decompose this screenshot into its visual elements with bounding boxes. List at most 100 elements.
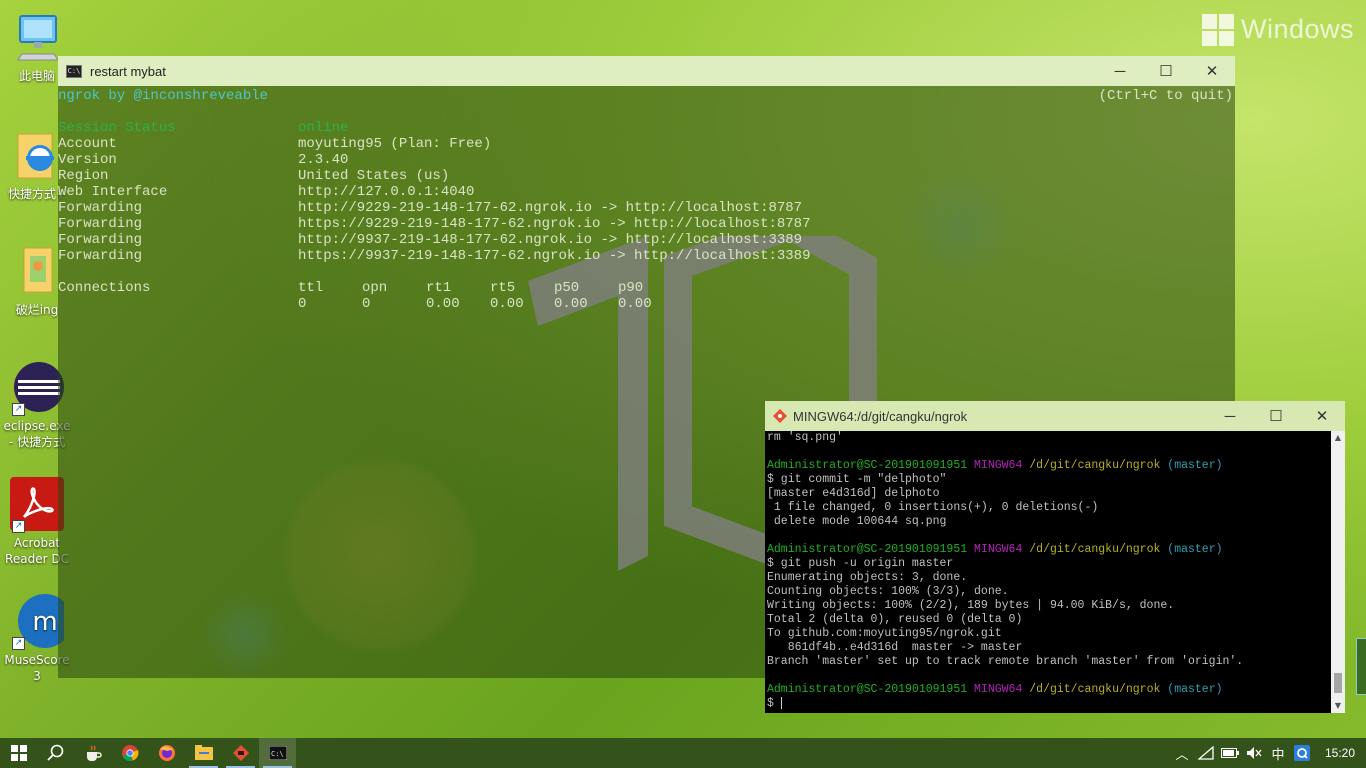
forwarding-label: Forwarding	[58, 232, 143, 248]
git-output-line: Counting objects: 100% (3/3), done.	[767, 585, 1009, 598]
prompt-path: /d/git/cangku/ngrok	[1029, 543, 1161, 556]
git-output-line: $ git push -u origin master	[767, 557, 954, 570]
java-icon	[86, 745, 102, 761]
shortcut-arrow-icon: ↗	[12, 637, 25, 650]
scroll-thumb[interactable]	[1334, 673, 1342, 693]
close-button[interactable]: ✕	[1299, 401, 1345, 431]
search-button[interactable]	[37, 738, 74, 768]
windows-watermark: Windows	[1202, 14, 1354, 47]
start-button[interactable]	[0, 738, 37, 768]
git-scrollbar[interactable]: ▲ ▼	[1331, 431, 1345, 713]
git-icon	[232, 745, 249, 761]
taskbar-file-explorer[interactable]	[185, 738, 222, 768]
forwarding-label: Forwarding	[58, 248, 143, 264]
conn-header-p50: p50	[554, 280, 580, 296]
version-value: 2.3.40	[298, 152, 349, 168]
region-label: Region	[58, 168, 109, 184]
scroll-down-icon[interactable]: ▼	[1331, 699, 1345, 713]
prompt-branch: (master)	[1167, 459, 1223, 472]
prompt-user: Administrator@SC-201901091951	[767, 683, 968, 696]
git-output-line: $	[767, 697, 781, 711]
prompt-user: Administrator@SC-201901091951	[767, 459, 968, 472]
taskbar-firefox[interactable]	[148, 738, 185, 768]
taskbar-chrome[interactable]	[111, 738, 148, 768]
conn-header-opn: opn	[362, 280, 388, 296]
web-interface-value: http://127.0.0.1:4040	[298, 184, 475, 200]
window-title: MINGW64:/d/git/cangku/ngrok	[793, 408, 968, 424]
region-value: United States (us)	[298, 168, 450, 184]
maximize-button[interactable]: ☐	[1253, 401, 1299, 431]
cmd-icon: C:\	[66, 64, 82, 78]
taskbar-cmd[interactable]: C:\	[259, 738, 296, 768]
conn-value-p50: 0.00	[554, 296, 588, 312]
shortcut-arrow-icon: ↗	[12, 403, 25, 416]
conn-header-rt5: rt5	[490, 280, 516, 296]
status-label: Session Status	[58, 120, 176, 136]
taskbar-java[interactable]	[74, 738, 111, 768]
input-method-indicator[interactable]: 中	[1266, 738, 1290, 768]
git-output-line: $ git commit -m "delphoto"	[767, 473, 947, 486]
git-prompt-line: Administrator@SC-201901091951 MINGW64 /d…	[765, 459, 1331, 473]
side-widget[interactable]	[1356, 638, 1366, 695]
git-output-line: rm 'sq.png'	[767, 431, 843, 444]
prompt-env: MINGW64	[974, 543, 1023, 556]
prompt-env: MINGW64	[974, 459, 1023, 472]
minimize-button[interactable]: ─	[1207, 401, 1253, 431]
conn-header-ttl: ttl	[298, 280, 324, 296]
conn-value-rt1: 0.00	[426, 296, 460, 312]
ngrok-window-titlebar[interactable]: C:\ restart mybat ─ ☐ ✕	[58, 56, 1235, 86]
git-output-line	[765, 669, 1331, 683]
battery-icon[interactable]	[1218, 738, 1242, 768]
cmd-icon: C:\	[268, 746, 287, 760]
account-value: moyuting95 (Plan: Free)	[298, 136, 492, 152]
musescore-icon: m ↗	[10, 594, 72, 650]
git-output-line: Total 2 (delta 0), reused 0 (delta 0)	[767, 613, 1023, 626]
shortcut-arrow-icon: ↗	[12, 520, 25, 533]
search-icon	[46, 744, 63, 761]
conn-header-p90: p90	[618, 280, 644, 296]
git-bash-window[interactable]: MINGW64:/d/git/cangku/ngrok ─ ☐ ✕ rm 'sq…	[765, 401, 1345, 713]
forwarding-value: http://9229-219-148-177-62.ngrok.io -> h…	[298, 200, 803, 216]
prompt-path: /d/git/cangku/ngrok	[1029, 683, 1161, 696]
status-value: online	[298, 120, 349, 136]
firefox-icon	[158, 745, 175, 761]
system-tray: ︿ 中 15:20	[1170, 738, 1366, 768]
prompt-path: /d/git/cangku/ngrok	[1029, 459, 1161, 472]
connections-label: Connections	[58, 280, 151, 296]
maximize-button[interactable]: ☐	[1143, 56, 1189, 86]
taskbar: C:\ ︿ 中 15:20	[0, 738, 1366, 768]
forwarding-value: http://9937-219-148-177-62.ngrok.io -> h…	[298, 232, 803, 248]
git-output-line: delete mode 100644 sq.png	[767, 515, 947, 528]
window-title: restart mybat	[90, 63, 166, 79]
folder-ie-icon	[10, 128, 64, 182]
file-explorer-icon	[194, 745, 213, 760]
git-output-line: 861df4b..e4d316d master -> master	[767, 641, 1023, 654]
network-icon[interactable]	[1194, 738, 1218, 768]
git-terminal-body[interactable]: rm 'sq.png' Administrator@SC-201901091951…	[765, 431, 1331, 713]
prompt-env: MINGW64	[974, 683, 1023, 696]
computer-icon	[10, 10, 64, 64]
git-output-line	[765, 529, 1331, 543]
minimize-button[interactable]: ─	[1097, 56, 1143, 86]
volume-muted-icon[interactable]	[1242, 738, 1266, 768]
scroll-up-icon[interactable]: ▲	[1331, 431, 1345, 445]
close-button[interactable]: ✕	[1189, 56, 1235, 86]
git-window-titlebar[interactable]: MINGW64:/d/git/cangku/ngrok ─ ☐ ✕	[765, 401, 1345, 431]
web-interface-label: Web Interface	[58, 184, 168, 200]
conn-header-rt1: rt1	[426, 280, 452, 296]
git-output-line: Writing objects: 100% (2/2), 189 bytes |…	[767, 599, 1175, 612]
prompt-branch: (master)	[1167, 683, 1223, 696]
git-output-line: [master e4d316d] delphoto	[767, 487, 940, 500]
git-output-line: To github.com:moyuting95/ngrok.git	[767, 627, 1002, 640]
taskbar-git[interactable]	[222, 738, 259, 768]
show-hidden-icons-chevron-up-icon[interactable]: ︿	[1170, 738, 1194, 768]
folder-icon	[10, 244, 64, 298]
git-output-line	[765, 445, 1331, 459]
svg-text:m: m	[32, 607, 57, 637]
windows-start-icon	[10, 745, 27, 761]
git-output-line: 1 file changed, 0 insertions(+), 0 delet…	[767, 501, 1099, 514]
svg-text:C:\: C:\	[271, 750, 284, 758]
account-label: Account	[58, 136, 117, 152]
qq-icon[interactable]	[1290, 738, 1314, 768]
clock[interactable]: 15:20	[1314, 746, 1366, 760]
